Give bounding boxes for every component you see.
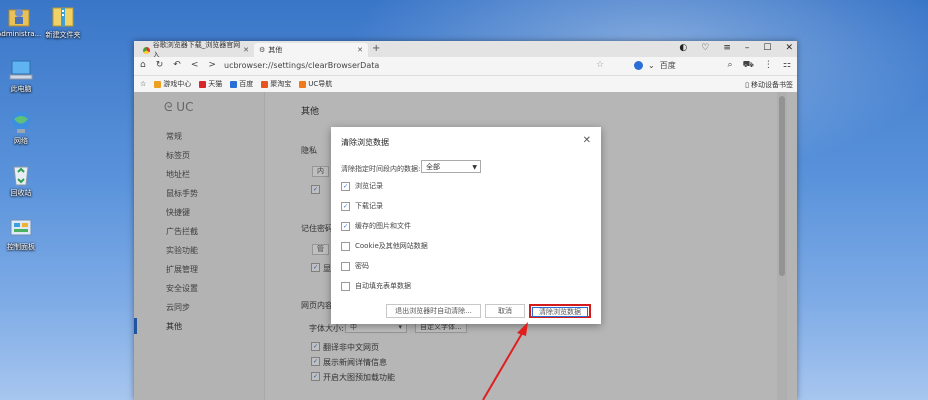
bookmark-taobao[interactable]: 聚淘宝 <box>261 79 291 89</box>
folder-zip-icon <box>50 4 76 28</box>
bookmark-baidu[interactable]: 百度 <box>230 79 253 89</box>
home-icon[interactable]: ⌂ <box>140 60 146 70</box>
skin-icon[interactable]: ♡ <box>701 43 709 53</box>
star-icon[interactable]: ☆ <box>140 80 146 88</box>
gear-icon: ⚙ <box>259 46 266 54</box>
toolbar-right: ⌕ ⛟ ⋮ ⚏ <box>728 60 791 71</box>
desktop-icon-control-panel[interactable]: 控制面板 <box>0 216 48 252</box>
autofill-checkbox[interactable] <box>341 281 350 291</box>
cookies-checkbox[interactable] <box>341 241 350 251</box>
cart-icon[interactable]: ⛟ <box>743 60 754 71</box>
network-icon <box>8 110 34 134</box>
refresh-icon[interactable]: ↻ <box>156 60 164 70</box>
chrome-icon <box>143 46 150 54</box>
dropdown-arrow-icon: ▼ <box>472 164 477 171</box>
dialog-close-icon[interactable]: ✕ <box>583 135 591 146</box>
option-cache[interactable]: ✓ 缓存的图片和文件 <box>341 221 411 231</box>
taobao-icon <box>261 80 269 88</box>
back-icon[interactable]: < <box>191 60 199 70</box>
mobile-bookmarks[interactable]: ▯ 移动设备书签 <box>745 80 793 90</box>
control-panel-icon <box>8 216 34 240</box>
option-passwords[interactable]: 密码 <box>341 261 369 271</box>
user-folder-icon <box>6 4 32 28</box>
computer-icon <box>8 58 34 82</box>
desktop-icon-this-pc[interactable]: 此电脑 <box>0 58 48 94</box>
tab-close-icon[interactable]: ✕ <box>243 46 249 54</box>
address-bar: ⌂ ↻ ↶ < > ucbrowser://settings/clearBrow… <box>134 57 797 76</box>
window-controls: ◐ ♡ ≡ – ☐ ✕ <box>679 43 793 53</box>
minimize-icon[interactable]: – <box>745 43 750 53</box>
passwords-checkbox[interactable] <box>341 261 350 271</box>
tab-settings-other[interactable]: ⚙ 其他 ✕ <box>254 43 368 57</box>
more-icon[interactable]: ⋮ <box>764 60 773 71</box>
undo-icon[interactable]: ↶ <box>173 60 181 70</box>
desktop-icon-network[interactable]: 网络 <box>0 110 48 146</box>
bookmark-star-icon[interactable]: ☆ <box>596 60 604 70</box>
history-checkbox[interactable]: ✓ <box>341 181 350 191</box>
clear-data-button[interactable]: 清除浏览数据 <box>529 304 591 318</box>
desktop-icon-new-folder[interactable]: 新建文件夹 <box>36 4 90 40</box>
game-icon <box>154 80 162 88</box>
clear-data-dialog: 清除浏览数据 ✕ 清除指定时间段内的数据: 全部 ▼ ✓ 浏览记录 ✓ 下载记录… <box>331 127 601 324</box>
bookmark-tmall[interactable]: 天猫 <box>199 79 222 89</box>
forward-icon[interactable]: > <box>208 60 216 70</box>
bookmark-uc-nav[interactable]: UC导航 <box>299 79 332 89</box>
time-range-select[interactable]: 全部 ▼ <box>421 160 481 173</box>
phone-icon: ▯ <box>745 81 749 89</box>
dialog-title: 清除浏览数据 <box>341 138 389 147</box>
menu-icon[interactable]: ≡ <box>723 43 731 53</box>
option-history[interactable]: ✓ 浏览记录 <box>341 181 383 191</box>
tab-bar: 谷歌浏览器下载_浏览器官网入 ✕ ⚙ 其他 ✕ + ◐ ♡ ≡ – ☐ ✕ <box>134 41 797 59</box>
nav-buttons: ⌂ ↻ ↶ < > <box>140 60 216 70</box>
tab-chrome-download[interactable]: 谷歌浏览器下载_浏览器官网入 ✕ <box>138 41 254 59</box>
chevron-down-icon: ⌄ <box>648 61 655 70</box>
new-tab-button[interactable]: + <box>372 43 380 54</box>
settings-icon[interactable]: ◐ <box>679 43 687 53</box>
apps-icon[interactable]: ⚏ <box>783 60 791 71</box>
option-cookies[interactable]: Cookie及其他网站数据 <box>341 241 428 251</box>
option-autofill[interactable]: 自动填充表单数据 <box>341 281 411 291</box>
baidu-icon <box>634 61 643 70</box>
cache-checkbox[interactable]: ✓ <box>341 221 350 231</box>
maximize-icon[interactable]: ☐ <box>763 43 771 53</box>
baidu-bookmark-icon <box>230 80 238 88</box>
recycle-bin-icon <box>8 162 34 186</box>
search-engine-selector[interactable]: ⌄ 百度 <box>634 60 676 71</box>
url-input[interactable]: ucbrowser://settings/clearBrowserData <box>224 61 379 70</box>
cancel-button[interactable]: 取消 <box>485 304 525 318</box>
time-range-label: 清除指定时间段内的数据: <box>341 165 421 173</box>
downloads-checkbox[interactable]: ✓ <box>341 201 350 211</box>
search-icon[interactable]: ⌕ <box>728 60 733 71</box>
uc-icon <box>299 80 307 88</box>
bookmark-game-center[interactable]: 游戏中心 <box>154 79 191 89</box>
auto-clear-button[interactable]: 退出浏览器时自动清除... <box>386 304 481 318</box>
bookmarks-bar: ☆ 游戏中心 天猫 百度 聚淘宝 UC导航 ▯ 移动设备书签 <box>134 76 797 93</box>
desktop-icon-recycle-bin[interactable]: 回收站 <box>0 162 48 198</box>
tab-close-icon[interactable]: ✕ <box>357 46 363 54</box>
tmall-icon <box>199 80 207 88</box>
close-icon[interactable]: ✕ <box>785 43 793 53</box>
option-downloads[interactable]: ✓ 下载记录 <box>341 201 383 211</box>
